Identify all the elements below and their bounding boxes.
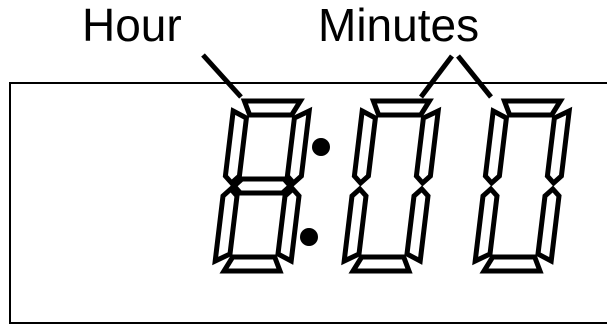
segment-d	[219, 254, 284, 274]
digit-2	[341, 98, 442, 274]
segment-g	[230, 176, 294, 196]
hour-leader-line	[201, 53, 243, 99]
segment-c	[535, 185, 562, 265]
minutes-leader-line-left	[419, 54, 454, 99]
segment-b	[544, 106, 573, 187]
clock-display-diagram	[9, 53, 607, 324]
segment-a	[500, 98, 565, 118]
minutes-leader-line-right	[456, 54, 493, 99]
colon-dot-bottom	[300, 228, 318, 246]
segment-f	[351, 107, 379, 187]
segment-e	[472, 185, 500, 266]
seven-segment-digits	[212, 98, 573, 274]
segment-a	[240, 98, 305, 118]
segment-d	[479, 254, 544, 274]
segment-b	[284, 106, 313, 187]
segment-d	[348, 254, 413, 274]
colon-dot-top	[312, 138, 330, 156]
segment-c	[404, 185, 431, 265]
digit-1	[212, 98, 313, 274]
segment-b	[413, 106, 442, 187]
segment-e	[212, 185, 240, 266]
digit-3	[472, 98, 573, 274]
segment-f	[482, 107, 510, 187]
segment-c	[275, 185, 302, 265]
segment-a	[369, 98, 434, 118]
segment-f	[222, 107, 250, 187]
segment-e	[341, 185, 369, 266]
